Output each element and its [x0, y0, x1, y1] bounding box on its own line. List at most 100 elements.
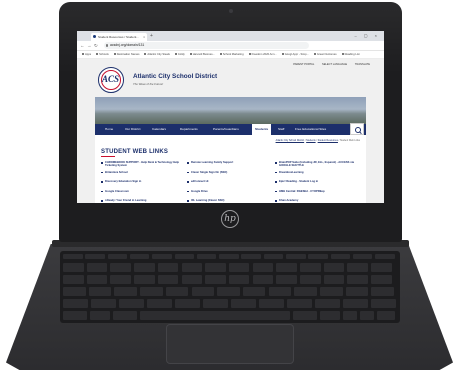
- keyboard-key[interactable]: [375, 254, 395, 259]
- bookmark-item[interactable]: Googl Appr - Simp...: [281, 51, 309, 58]
- keyboard-key[interactable]: [63, 311, 87, 320]
- bookmark-item[interactable]: Coldy: [174, 51, 185, 58]
- keyboard-key[interactable]: [63, 263, 84, 272]
- keyboard-key[interactable]: [157, 275, 179, 284]
- keyboard-key[interactable]: [320, 311, 340, 320]
- student-web-link[interactable]: CHROMEBOOK SUPPORT - Help Desk & Technol…: [101, 161, 181, 171]
- nav-item-calendars[interactable]: Calendars: [152, 124, 166, 135]
- keyboard-key[interactable]: [371, 263, 392, 272]
- keyboard-key[interactable]: [219, 254, 239, 259]
- nav-item-free-educational-sites[interactable]: Free Educational Sites: [295, 124, 326, 135]
- keyboard-key[interactable]: [242, 287, 266, 296]
- student-web-link[interactable]: BrainPOP Suite (Including JR, ELL, Espan…: [275, 161, 355, 171]
- student-web-link[interactable]: Clever Single Sign On (SSO): [187, 171, 267, 181]
- keyboard-key[interactable]: [320, 287, 343, 296]
- nav-item-our-district[interactable]: Our District: [125, 124, 140, 135]
- keyboard-key[interactable]: [323, 263, 345, 272]
- student-web-link[interactable]: IXL Learning (Clever SSO): [187, 199, 267, 203]
- student-web-link[interactable]: Google Classroom: [101, 190, 181, 200]
- keyboard-key[interactable]: [152, 254, 172, 259]
- keyboard-key[interactable]: [181, 275, 203, 284]
- nav-item-home[interactable]: Home: [105, 124, 113, 135]
- nav-item-departments[interactable]: Departments: [180, 124, 198, 135]
- keyboard-key[interactable]: [276, 275, 297, 284]
- keyboard-key[interactable]: [259, 299, 284, 308]
- keyboard-key[interactable]: [276, 263, 297, 272]
- student-web-link[interactable]: Google Drive: [187, 190, 267, 200]
- keyboard-key[interactable]: [228, 263, 250, 272]
- breadcrumb-item[interactable]: Student Resources: [318, 139, 338, 142]
- keyboard-key[interactable]: [241, 254, 261, 259]
- bookmark-item[interactable]: School Marketing: [219, 51, 244, 58]
- keyboard-key[interactable]: [174, 254, 194, 259]
- district-name[interactable]: Atlantic City School District: [133, 73, 217, 80]
- keyboard-key[interactable]: [330, 254, 351, 259]
- student-web-link[interactable]: HMH Central: RGESEd - CYOPREep: [275, 190, 355, 200]
- student-web-link[interactable]: Discovery Education Sign in: [101, 180, 181, 190]
- keyboard-key[interactable]: [205, 275, 226, 284]
- keyboard-key[interactable]: [196, 254, 217, 259]
- keyboard-key[interactable]: [347, 263, 368, 272]
- keyboard-key[interactable]: [300, 275, 321, 284]
- keyboard-key[interactable]: [91, 299, 116, 308]
- keyboard-key[interactable]: [294, 287, 317, 296]
- keyboard-key[interactable]: [345, 287, 369, 296]
- keyboard-key[interactable]: [165, 287, 189, 296]
- keyboard-key[interactable]: [175, 299, 200, 308]
- forward-icon[interactable]: →: [87, 42, 92, 49]
- keyboard-key[interactable]: [377, 311, 395, 320]
- nav-item-parents-guardians[interactable]: Parents/Guardians: [213, 124, 239, 135]
- keyboard-key[interactable]: [113, 311, 137, 320]
- keyboard-key[interactable]: [110, 263, 131, 272]
- breadcrumb-item[interactable]: Atlantic City School District: [276, 139, 305, 142]
- keyboard-key[interactable]: [203, 299, 228, 308]
- keyboard-key[interactable]: [85, 254, 105, 259]
- keyboard-key[interactable]: [268, 287, 292, 296]
- keyboard-key[interactable]: [352, 254, 373, 259]
- keyboard-key[interactable]: [371, 299, 396, 308]
- keyboard-key[interactable]: [157, 263, 179, 272]
- spacebar-key[interactable]: [140, 311, 290, 320]
- bookmark-item[interactable]: Apps: [82, 51, 91, 58]
- student-web-link[interactable]: i-Ready: Your Friend in Learning: [101, 199, 181, 203]
- nav-item-staff[interactable]: Staff: [278, 124, 284, 135]
- translate-link[interactable]: TRANSLATE: [355, 63, 370, 66]
- keyboard-key[interactable]: [107, 254, 128, 259]
- keyboard-key[interactable]: [371, 275, 392, 284]
- parent-portal-link[interactable]: PARENT PORTAL: [293, 63, 314, 66]
- bookmark-item[interactable]: Schools: [96, 51, 109, 58]
- keyboard-key[interactable]: [114, 287, 137, 296]
- keyboard-key[interactable]: [86, 275, 108, 284]
- keyboard-key[interactable]: [228, 275, 250, 284]
- keyboard-key[interactable]: [147, 299, 172, 308]
- address-bar[interactable]: acsdnj.org/domain/131: [104, 42, 309, 49]
- keyboard-key[interactable]: [287, 299, 312, 308]
- bookmark-item[interactable]: Harvard Busines...: [189, 51, 215, 58]
- keyboard-key[interactable]: [252, 263, 274, 272]
- keyboard-key[interactable]: [252, 275, 274, 284]
- keyboard-key[interactable]: [217, 287, 240, 296]
- student-web-link[interactable]: Epic! Reading - Student Log in: [275, 180, 355, 190]
- tab-close-icon[interactable]: ×: [143, 33, 145, 41]
- keyboard-key[interactable]: [347, 275, 368, 284]
- bookmark-item[interactable]: Freedom 2020 Ann...: [248, 51, 277, 58]
- back-icon[interactable]: ←: [80, 42, 85, 49]
- keyboard-key[interactable]: [343, 311, 357, 320]
- select-language-link[interactable]: SELECT LANGUAGE: [322, 63, 347, 66]
- keyboard-key[interactable]: [308, 254, 328, 259]
- keyboard-key[interactable]: [86, 263, 108, 272]
- bookmark-item[interactable]: Great Outcomes: [313, 51, 337, 58]
- student-web-link[interactable]: Britannica School: [101, 171, 181, 181]
- bookmark-item[interactable]: Reading List: [341, 51, 360, 58]
- district-logo[interactable]: ACS: [98, 67, 124, 93]
- bookmark-item[interactable]: Destination Names: [113, 51, 139, 58]
- breadcrumb-item[interactable]: Students: [306, 139, 315, 142]
- keyboard-key[interactable]: [300, 263, 321, 272]
- keyboard-key[interactable]: [110, 275, 131, 284]
- reload-icon[interactable]: ↻: [94, 42, 98, 49]
- keyboard-key[interactable]: [343, 299, 368, 308]
- keyboard-key[interactable]: [63, 287, 86, 296]
- keyboard-key[interactable]: [140, 287, 163, 296]
- keyboard-key[interactable]: [191, 287, 214, 296]
- keyboard-key[interactable]: [119, 299, 144, 308]
